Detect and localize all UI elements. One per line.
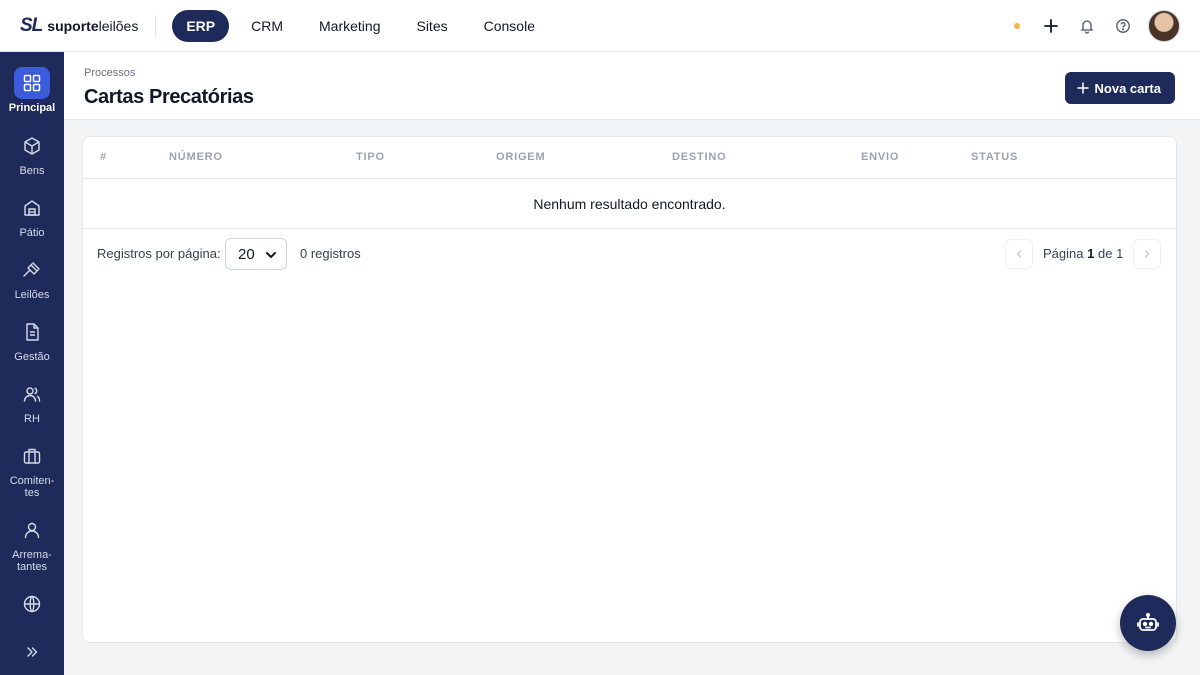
sidebar-item-label: Comiten- tes [9,475,55,499]
sidebar-item-sites[interactable] [0,588,64,623]
top-bar: SL suporteleilões ERP CRM Marketing Site… [0,0,1200,52]
sidebar-item-label: Bens [19,165,45,177]
new-carta-button[interactable]: Nova carta [1064,72,1175,104]
assistant-bot-button[interactable] [1120,595,1176,651]
table-header: # NÚMERO TIPO ORIGEM DESTINO ENVIO STATU… [83,137,1176,179]
per-page-label: Registros por página: [97,246,221,261]
user-icon [14,514,50,546]
bell-icon[interactable] [1074,13,1100,39]
cartas-table-card: # NÚMERO TIPO ORIGEM DESTINO ENVIO STATU… [82,136,1177,643]
previous-page-button[interactable] [1005,239,1033,269]
record-count: 0 registros [300,246,361,261]
pagination-bar: Registros por página: 20 0 registros Pág… [83,229,1176,279]
document-icon [14,316,50,348]
chevron-down-icon [266,252,276,258]
sidebar-item-bens[interactable]: Bens [0,130,64,177]
sidebar-item-rh[interactable]: RH [0,378,64,425]
breadcrumb[interactable]: Processos [84,67,135,79]
logo-divider [155,14,157,37]
column-header-tipo[interactable]: TIPO [356,151,385,163]
gavel-icon [14,254,50,286]
plus-icon[interactable] [1038,13,1064,39]
sidebar-item-leiloes[interactable]: Leilões [0,254,64,301]
top-nav-sites[interactable]: Sites [402,10,461,42]
top-actions [1014,9,1180,42]
page-title: Cartas Precatórias [84,86,254,108]
grid-icon [14,67,50,99]
sidebar-item-gestao[interactable]: Gestão [0,316,64,363]
top-nav-erp[interactable]: ERP [172,9,230,42]
page-header: Processos Cartas Precatórias Nova carta [64,52,1200,120]
status-dot [1014,22,1020,29]
new-carta-label: Nova carta [1094,80,1161,96]
users-icon [14,378,50,410]
sidebar-item-comitentes[interactable]: Comiten- tes [0,440,64,499]
top-nav: ERP CRM Marketing Sites Console [172,9,549,42]
robot-icon [1137,612,1159,631]
column-header-status[interactable]: STATUS [971,151,1018,163]
sidebar-item-label: RH [24,413,40,425]
column-header-envio[interactable]: ENVIO [861,151,899,163]
sidebar-item-arrematantes[interactable]: Arrema- tantes [0,514,64,573]
sidebar-item-label: Gestão [14,351,50,363]
top-nav-console[interactable]: Console [470,10,549,42]
avatar[interactable] [1148,9,1180,42]
sidebar: Principal Bens Pátio Leilões Gestão RH C… [0,52,64,675]
column-header-origem[interactable]: ORIGEM [496,151,545,163]
sidebar-item-label: Principal [8,102,56,114]
chevrons-right-icon[interactable] [22,642,42,662]
empty-state-message: Nenhum resultado encontrado. [83,179,1176,229]
briefcase-icon [14,440,50,472]
sidebar-item-patio[interactable]: Pátio [0,192,64,239]
logo-text: suporteleilões [47,17,139,34]
box-icon [14,130,50,162]
column-header-numero[interactable]: NÚMERO [169,151,223,163]
top-nav-marketing[interactable]: Marketing [305,10,394,42]
chevron-left-icon [1016,250,1022,258]
sidebar-item-principal[interactable]: Principal [0,67,64,114]
column-header-destino[interactable]: DESTINO [672,151,727,163]
globe-icon [14,588,50,620]
brand-logo[interactable]: SL suporteleilões [20,0,138,52]
column-header-index[interactable]: # [100,151,107,163]
sidebar-item-label: Pátio [19,227,45,239]
sidebar-item-label: Leilões [14,289,50,301]
top-nav-crm[interactable]: CRM [237,10,297,42]
per-page-select[interactable]: 20 [225,238,287,270]
warehouse-icon [14,192,50,224]
next-page-button[interactable] [1133,239,1161,269]
sidebar-item-label: Arrema- tantes [12,549,52,573]
chevron-right-icon [1144,250,1150,258]
page-indicator: Página 1 de 1 [1043,246,1124,261]
logo-mark: SL [20,14,43,36]
help-icon[interactable] [1110,13,1136,39]
per-page-value: 20 [238,245,255,263]
plus-icon [1076,82,1089,94]
